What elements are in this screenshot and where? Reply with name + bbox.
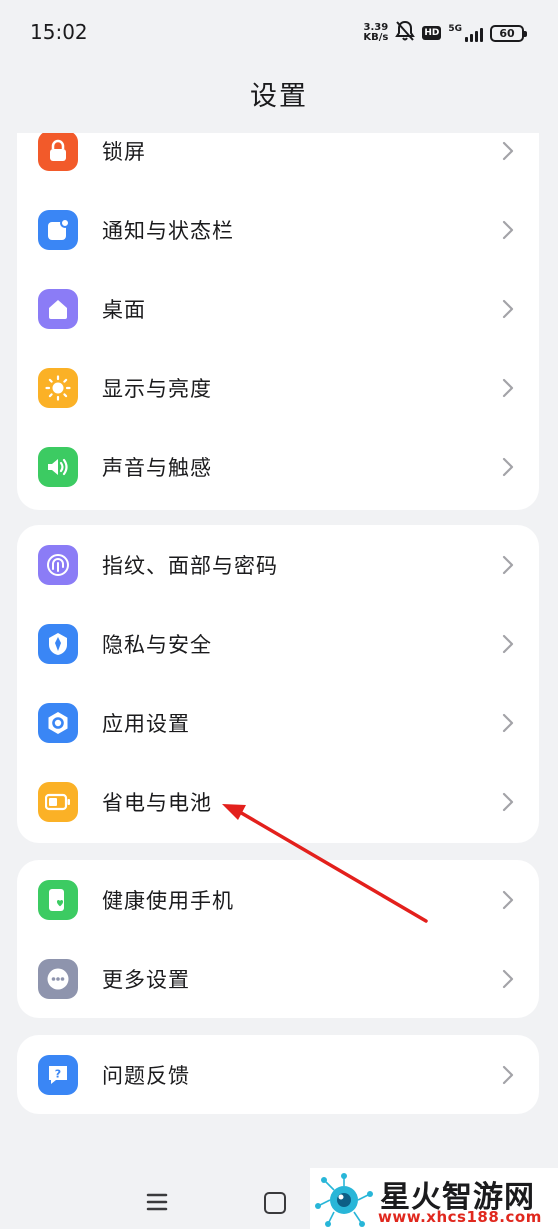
chevron-right-icon — [502, 555, 514, 574]
settings-item-fingerprint[interactable]: 指纹、面部与密码 — [17, 525, 539, 604]
settings-group-security: 指纹、面部与密码 隐私与安全 应用设置 省电与电池 — [17, 525, 539, 843]
privacy-icon — [38, 623, 78, 664]
recent-apps-button[interactable] — [146, 1191, 168, 1213]
status-icons: 3.39 KB/s HD 5G 60 — [363, 20, 527, 46]
settings-item-label: 桌面 — [102, 297, 146, 322]
network-type: 5G — [448, 23, 462, 34]
settings-item-label: 隐私与安全 — [102, 632, 212, 657]
settings-item-feedback[interactable]: ? 问题反馈 — [17, 1035, 539, 1114]
brightness-icon — [38, 367, 78, 408]
settings-item-sound[interactable]: 声音与触感 — [17, 427, 539, 506]
watermark-logo-icon — [315, 1173, 373, 1227]
settings-item-display-brightness[interactable]: 显示与亮度 — [17, 348, 539, 427]
settings-group-display: 锁屏 通知与状态栏 桌面 显示与亮度 声音与触感 — [17, 133, 539, 510]
lock-icon — [38, 133, 78, 171]
watermark-url: www.xhcs188.com — [378, 1208, 542, 1226]
chevron-right-icon — [502, 792, 514, 811]
settings-group-other: 健康使用手机 更多设置 — [17, 860, 539, 1018]
notification-icon — [38, 209, 78, 250]
network-speed-unit: KB/s — [363, 32, 389, 43]
chevron-right-icon — [502, 890, 514, 909]
settings-item-label: 指纹、面部与密码 — [102, 553, 278, 578]
settings-item-label: 更多设置 — [102, 967, 190, 992]
chevron-right-icon — [502, 299, 514, 318]
settings-item-app-settings[interactable]: 应用设置 — [17, 683, 539, 762]
more-icon — [38, 958, 78, 999]
app-settings-icon — [38, 702, 78, 743]
settings-item-label: 锁屏 — [102, 139, 146, 164]
chevron-right-icon — [502, 141, 514, 160]
chevron-right-icon — [502, 378, 514, 397]
chevron-right-icon — [502, 713, 514, 732]
battery-level: 60 — [499, 26, 515, 40]
settings-item-label: 问题反馈 — [102, 1063, 190, 1088]
battery-icon — [38, 781, 78, 822]
chevron-right-icon — [502, 1065, 514, 1084]
home-button[interactable] — [264, 1192, 286, 1214]
feedback-icon: ? — [38, 1054, 78, 1095]
settings-item-lock-screen[interactable]: 锁屏 — [17, 133, 539, 190]
settings-list[interactable]: 锁屏 通知与状态栏 桌面 显示与亮度 声音与触感 指纹、面部与密码 隐私与安全 … — [0, 133, 558, 1163]
settings-item-healthy-usage[interactable]: 健康使用手机 — [17, 860, 539, 939]
settings-item-privacy[interactable]: 隐私与安全 — [17, 604, 539, 683]
chevron-right-icon — [502, 220, 514, 239]
chevron-right-icon — [502, 634, 514, 653]
fingerprint-icon — [38, 544, 78, 585]
battery-indicator: 60 — [490, 24, 527, 42]
network-speed: 3.39 KB/s — [363, 23, 388, 43]
settings-group-feedback: ? 问题反馈 — [17, 1035, 539, 1114]
status-bar: 15:02 3.39 KB/s HD 5G 60 — [0, 0, 558, 64]
home-icon — [38, 288, 78, 329]
settings-item-label: 通知与状态栏 — [102, 218, 234, 243]
sound-icon — [38, 446, 78, 487]
signal-icon: 5G — [448, 23, 483, 42]
chevron-right-icon — [502, 969, 514, 988]
watermark: 星火智游网 www.xhcs188.com — [310, 1168, 558, 1229]
status-time: 15:02 — [30, 20, 88, 44]
settings-item-notifications[interactable]: 通知与状态栏 — [17, 190, 539, 269]
chevron-right-icon — [502, 457, 514, 476]
settings-item-label: 显示与亮度 — [102, 376, 212, 401]
healthy-usage-icon — [38, 879, 78, 920]
settings-item-label: 声音与触感 — [102, 455, 212, 480]
settings-item-label: 省电与电池 — [102, 790, 212, 815]
settings-item-label: 应用设置 — [102, 711, 190, 736]
svg-text:?: ? — [55, 1067, 61, 1080]
settings-item-battery[interactable]: 省电与电池 — [17, 762, 539, 841]
settings-item-desktop[interactable]: 桌面 — [17, 269, 539, 348]
bell-off-icon — [395, 20, 416, 46]
hd-voice-badge: HD — [422, 26, 442, 40]
settings-item-label: 健康使用手机 — [102, 888, 234, 913]
page-title: 设置 — [250, 81, 308, 112]
settings-item-more[interactable]: 更多设置 — [17, 939, 539, 1018]
